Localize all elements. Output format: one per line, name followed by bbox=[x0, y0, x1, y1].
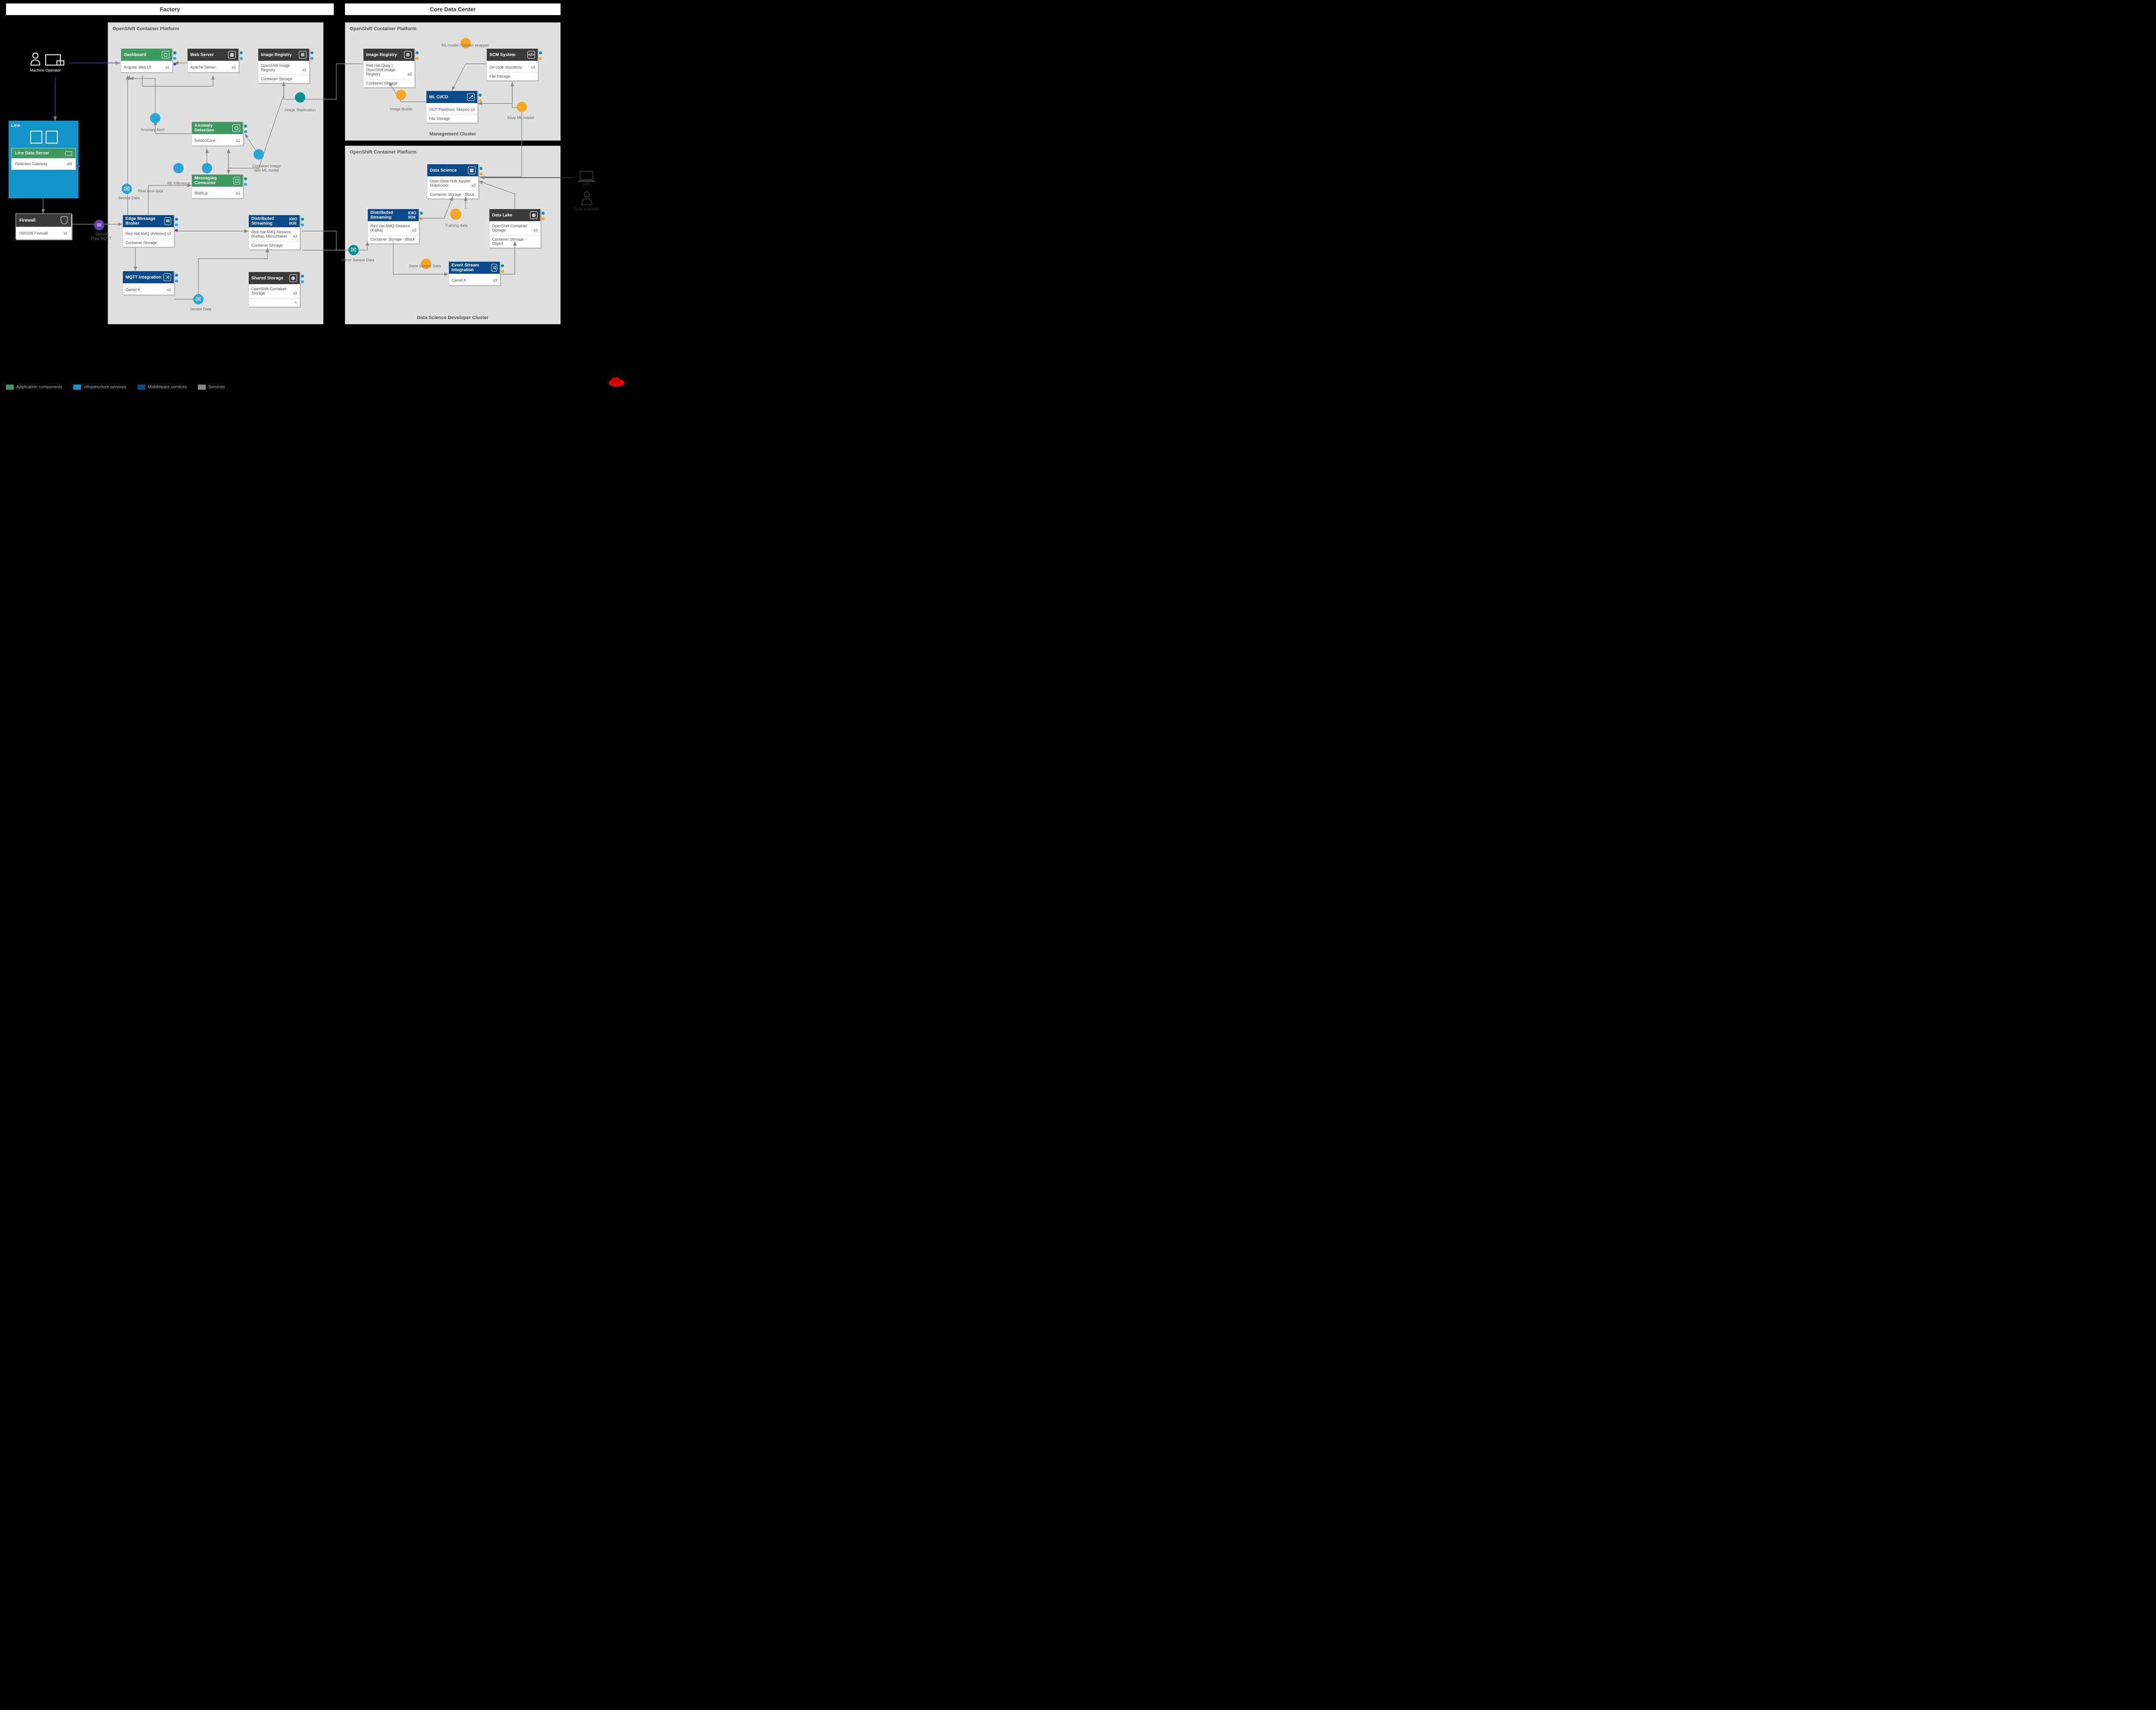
database-icon: ◍ bbox=[289, 274, 297, 282]
bubble-sensor-data: ✉ bbox=[122, 184, 132, 194]
card-firewall: Firewall HW/SW Firewallx1 bbox=[16, 213, 72, 239]
card-data-science: Data Science▥ Open Data Hub Jupyter Note… bbox=[427, 164, 479, 199]
bubble-save-ml-model bbox=[517, 102, 527, 112]
line-server-title: Line Data Server bbox=[15, 151, 49, 156]
card-scm-system: SCM System</> Git code repositoryx3 File… bbox=[486, 48, 538, 81]
label-container-image: Container image with ML model bbox=[249, 164, 284, 172]
actor-ide: IDE bbox=[573, 171, 599, 186]
shield-icon bbox=[61, 216, 68, 224]
card-edge-message-broker: Edge Message Broker✉ Red Hat AMQ (Artemi… bbox=[122, 215, 174, 247]
label-real-time-data: Real time data bbox=[138, 189, 163, 193]
card-anomaly-detection: Anomaly Detection▢ SeldonCorex1 bbox=[191, 122, 243, 146]
card-mqtt-integration: MQTT Integration⤨ Camel Kx1 bbox=[122, 271, 174, 295]
ocp-title-factory: OpenShift Container Platform bbox=[113, 26, 179, 31]
pipeline-icon: ⎇ bbox=[467, 93, 475, 101]
card-distributed-streaming-factory: Distributed StreamingIOIOIIOII Red Hat A… bbox=[248, 215, 300, 250]
label-store-sensor: Store Sensor Data bbox=[409, 264, 441, 268]
bubble-anomaly-alert bbox=[150, 113, 160, 123]
card-line-data-server: Line Data Server Field-bus GatewayxN bbox=[11, 148, 76, 170]
registry-icon: ⊞ bbox=[404, 51, 412, 59]
registry-icon: ⊞ bbox=[299, 51, 307, 59]
zone-title-core: Core Data Center bbox=[345, 3, 561, 15]
bubble-mirror-sensor: ✉ bbox=[348, 245, 359, 255]
dot-purple bbox=[77, 165, 80, 168]
label-ml-inference: ML Inference bbox=[167, 181, 190, 185]
card-image-registry-core: Image Registry⊞ Red Hat Quay | OpenShift… bbox=[363, 48, 415, 88]
ocp-title-ds: OpenShift Container Platform bbox=[350, 150, 417, 155]
card-dashboard: Dashboard▢ Angular Web UIx1 bbox=[121, 48, 172, 72]
label-ml-wrapper: ML model / Seldon wrapper bbox=[442, 43, 489, 47]
label-save-ml-model: Save ML model bbox=[507, 116, 534, 120]
label-training-data: Training data bbox=[445, 223, 467, 228]
redhat-logo bbox=[608, 375, 625, 388]
card-data-lake: Data Lake◍ OpenShift Container Storagex3… bbox=[489, 209, 541, 248]
card-messaging-consumer: Messaging Consumer▢ Node.jsx1 bbox=[191, 174, 243, 198]
label-image-builds: Image Builds bbox=[390, 107, 412, 111]
app-icon: ▢ bbox=[233, 177, 240, 185]
label-image-replication: Image Replication bbox=[285, 108, 316, 112]
legend-swatch-mw bbox=[138, 385, 145, 390]
actor-data-scientists: Data scientists bbox=[572, 191, 602, 211]
cluster-label-ds: Data Science Developer Cluster bbox=[345, 315, 560, 320]
envelope-icon: ✉ bbox=[164, 217, 171, 225]
zone-title-factory: Factory bbox=[6, 3, 334, 15]
app-icon: ▢ bbox=[232, 124, 240, 132]
label-mirror-sensor: Mirror Sensor Data bbox=[342, 258, 374, 262]
app-icon: ▢ bbox=[162, 51, 169, 59]
bubble-image-builds bbox=[396, 90, 406, 100]
card-distributed-streaming-core: Distributed StreamingIOIOIIOII Red Hat A… bbox=[367, 209, 419, 244]
bubble-image-replication bbox=[295, 92, 305, 103]
card-event-stream-integration: Event Stream Integration⤨ Camel Kx3 bbox=[448, 261, 500, 285]
line-panel: Line Line Data Server Field-bus Gatewayx… bbox=[9, 121, 78, 198]
label-anomaly-alert: Anomaly Alert bbox=[141, 128, 165, 132]
legend-swatch-svc bbox=[198, 385, 206, 390]
line-title: Line bbox=[11, 123, 76, 128]
card-ml-cicd: ML CI/CD⎇ OCP Pipelines, Skopeox3 File S… bbox=[426, 91, 478, 123]
database-icon: ◍ bbox=[530, 211, 538, 219]
card-shared-storage: Shared Storage◍ OpenShift Container Stor… bbox=[248, 272, 300, 307]
bubble-training-data bbox=[450, 209, 461, 220]
bubble-ml-inference bbox=[202, 163, 212, 173]
code-icon: </> bbox=[527, 51, 535, 59]
legend-swatch-infra bbox=[73, 385, 81, 390]
bubble-container-image bbox=[254, 149, 264, 160]
ocp-title-mgmt: OpenShift Container Platform bbox=[350, 26, 417, 31]
card-image-registry-factory: Image Registry⊞ OpenShift Image Registry… bbox=[258, 48, 310, 83]
stream-icon: IOIOIIOII bbox=[408, 211, 416, 219]
bubble-sensor-mqtt: ✉ bbox=[94, 220, 104, 230]
cluster-label-mgmt: Management Cluster bbox=[345, 132, 560, 137]
window-icon: ▤ bbox=[228, 51, 236, 59]
route-icon: ⤨ bbox=[163, 273, 171, 281]
card-webserver: Web Server▤ Apache Serverx1 bbox=[187, 48, 239, 72]
bubble-sensor-data-2: ✉ bbox=[193, 294, 204, 304]
label-sensor-data: Sensor Data bbox=[118, 196, 140, 200]
legend: Application components Infrastructure se… bbox=[6, 385, 225, 390]
laptop-icon bbox=[580, 171, 593, 180]
actor-machine-operator: Machine Operator bbox=[22, 53, 69, 72]
label-sensor-data-2: Sensor Data bbox=[190, 307, 211, 311]
stream-icon: IOIOIIOII bbox=[289, 217, 297, 225]
chart-icon: ▥ bbox=[468, 166, 476, 174]
route-icon: ⤨ bbox=[491, 264, 497, 272]
bubble-realtime bbox=[173, 163, 184, 173]
label-sensor-mqtt: Sensor Data MQTT bbox=[91, 232, 112, 241]
legend-swatch-app bbox=[6, 385, 14, 390]
